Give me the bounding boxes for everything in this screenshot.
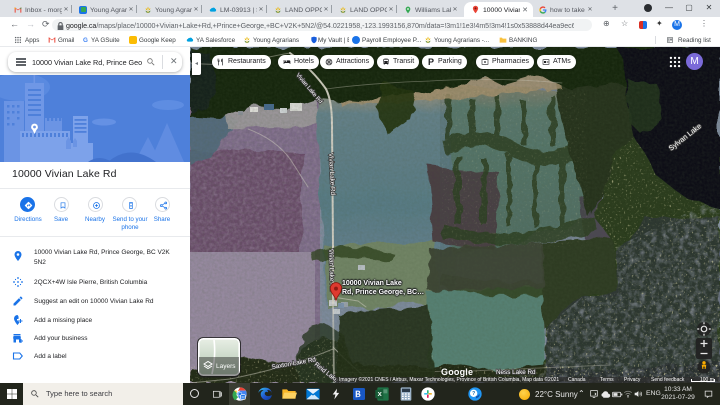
- svg-text:?: ?: [472, 391, 475, 397]
- svg-text:M: M: [241, 395, 244, 399]
- svg-text:Layers: Layers: [216, 363, 236, 370]
- svg-text:Ness Lake Rd: Ness Lake Rd: [496, 369, 536, 376]
